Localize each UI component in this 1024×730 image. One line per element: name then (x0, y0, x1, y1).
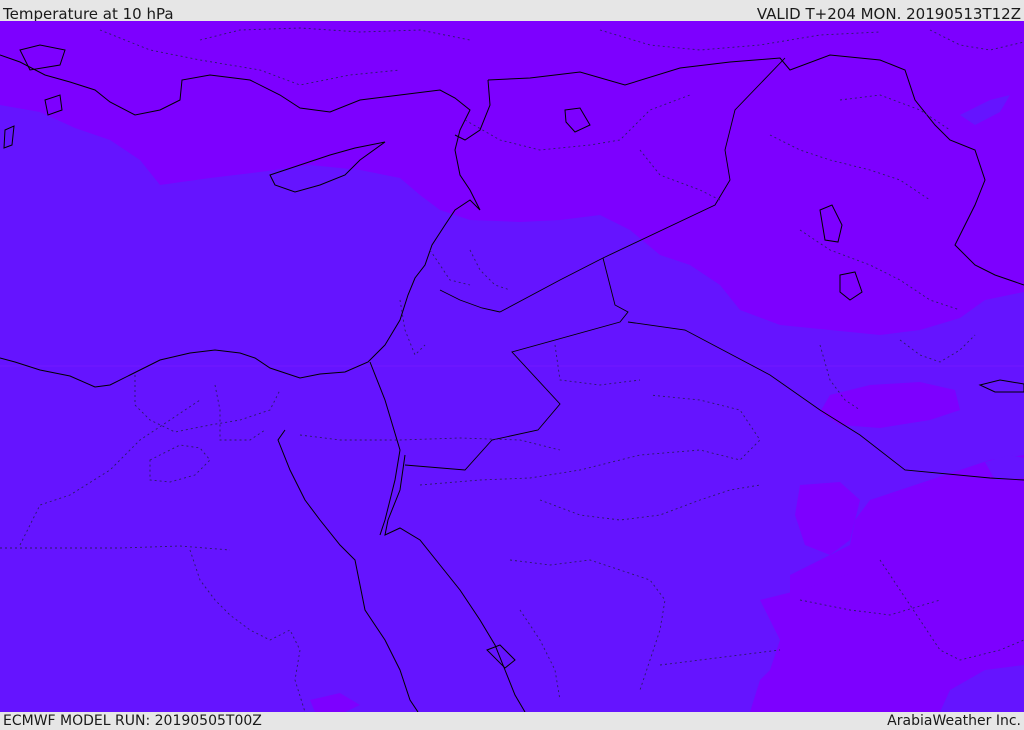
temperature-map (0, 21, 1024, 712)
model-run-label: ECMWF MODEL RUN: 20190505T00Z (3, 713, 262, 729)
header-bar: Temperature at 10 hPa VALID T+204 MON. 2… (0, 0, 1024, 23)
footer-bar: ECMWF MODEL RUN: 20190505T00Z ArabiaWeat… (0, 712, 1024, 729)
credit-label: ArabiaWeather Inc. (887, 713, 1021, 729)
